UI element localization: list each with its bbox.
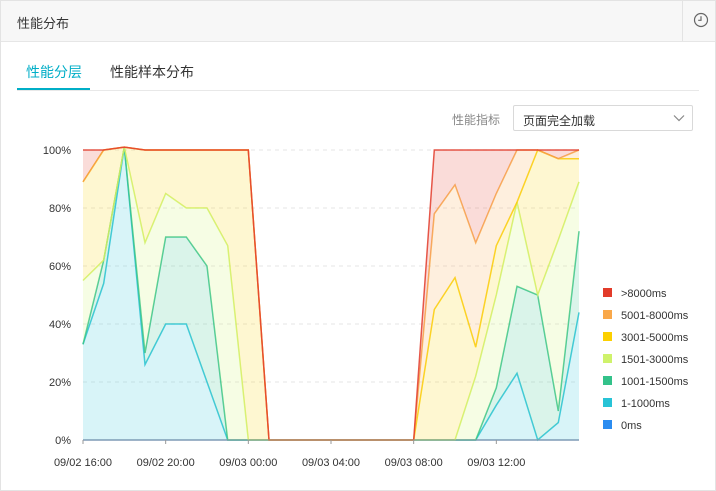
y-tick-label: 80% [49, 203, 71, 215]
panel-header: 性能分布 [1, 1, 715, 42]
legend-swatch [603, 310, 612, 319]
performance-area-chart: 0% 20% 40% 60% 80% 100% 09/02 16:00 09/02 20:00… [43, 145, 689, 469]
y-tick-label: 0% [55, 435, 71, 447]
y-tick-label: 100% [43, 145, 71, 157]
chart-areas [82, 146, 580, 442]
legend-label: 1-1000ms [621, 398, 670, 410]
metric-label: 性能指标 [452, 113, 501, 127]
legend-swatch [603, 332, 612, 341]
x-tick-label: 09/02 16:00 [54, 457, 112, 469]
legend-swatch [603, 354, 612, 363]
metric-select[interactable]: 页面完全加载 [513, 105, 693, 131]
legend-swatch [603, 420, 612, 429]
legend-label: 1001-1500ms [621, 376, 689, 388]
x-tick-label: 09/03 00:00 [219, 457, 277, 469]
panel-title: 性能分布 [17, 16, 70, 31]
active-tab-underline [17, 88, 90, 90]
performance-distribution-panel: 性能分布 性能分层 性能样本分布 性能指标 页面完全加载 0% 20% 40% 60%… [0, 0, 716, 491]
y-tick-label: 20% [49, 377, 71, 389]
x-tick-label: 09/03 04:00 [302, 457, 360, 469]
legend-label: 5001-8000ms [621, 310, 689, 322]
clock-icon[interactable] [693, 12, 709, 28]
legend-swatch [603, 288, 612, 297]
legend-label: 3001-5000ms [621, 332, 689, 344]
header-divider [682, 1, 683, 41]
legend-swatch [603, 376, 612, 385]
x-tick-label: 09/02 20:00 [137, 457, 195, 469]
legend-label: 1501-3000ms [621, 354, 689, 366]
x-tick-label: 09/03 12:00 [467, 457, 525, 469]
tab-performance-sample-distribution[interactable]: 性能样本分布 [110, 62, 194, 82]
chevron-down-icon [673, 115, 685, 122]
legend-label: 0ms [621, 420, 642, 432]
tab-bar: 性能分层 性能样本分布 [17, 51, 699, 91]
x-tick-label: 09/03 08:00 [385, 457, 443, 469]
tab-performance-layers[interactable]: 性能分层 [26, 62, 82, 82]
legend-label: >8000ms [621, 288, 667, 300]
y-tick-label: 40% [49, 319, 71, 331]
metric-select-value: 页面完全加载 [523, 114, 596, 128]
y-tick-label: 60% [49, 261, 71, 273]
legend-swatch [603, 398, 612, 407]
chart-legend: >8000ms 5001-8000ms 3001-5000ms 1501-3000ms… [603, 288, 689, 432]
